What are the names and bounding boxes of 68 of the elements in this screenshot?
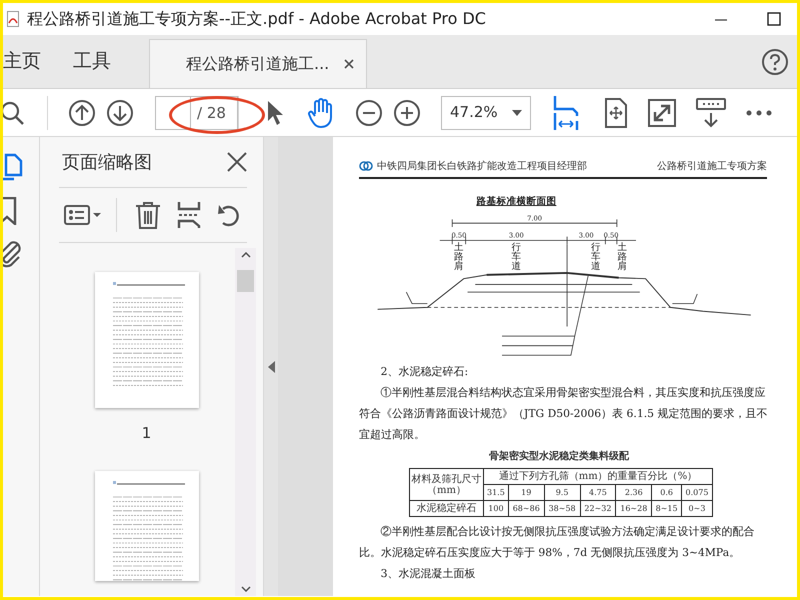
- table-cell: 31.5: [484, 484, 508, 500]
- scroll-up-icon[interactable]: [240, 252, 250, 258]
- pointer-icon[interactable]: [265, 98, 285, 126]
- table-cell: 16~28: [616, 500, 652, 516]
- table-cell: 38~58: [544, 500, 580, 516]
- trash-icon[interactable]: [135, 201, 161, 229]
- table-caption: 骨架密实型水泥稳定类集料级配: [488, 449, 630, 464]
- page-thumbnail[interactable]: [94, 272, 198, 408]
- table-cell: 19: [508, 484, 544, 500]
- section-heading: 3、水泥混凝土面板: [380, 566, 476, 582]
- table-cell: 68~86: [508, 500, 544, 516]
- full-screen-icon[interactable]: [648, 98, 676, 126]
- table-cell: 100: [484, 500, 508, 516]
- page-number-label: 1: [142, 423, 152, 444]
- table-cell: 水泥稳定碎石: [410, 500, 484, 516]
- close-tab-icon[interactable]: [344, 59, 354, 69]
- hand-icon[interactable]: [307, 98, 335, 128]
- fit-width-icon[interactable]: [553, 94, 579, 130]
- thumbnail-options-icon[interactable]: [64, 203, 102, 227]
- zoom-in-icon[interactable]: [393, 98, 421, 126]
- header-text: 中铁四局集团长白铁路扩能改造工程项目经理部: [377, 160, 587, 174]
- previous-page-icon[interactable]: [68, 98, 96, 126]
- pages-icon[interactable]: [3, 153, 23, 181]
- bookmark-icon[interactable]: [3, 197, 17, 225]
- help-icon[interactable]: [761, 48, 789, 76]
- lane-label: 土路肩: [618, 242, 628, 272]
- table-cell: 9.5: [544, 484, 580, 500]
- page-thumbnail[interactable]: [94, 470, 198, 580]
- table-cell: 22~32: [580, 500, 616, 516]
- zoom-dropdown[interactable]: 47.2%: [441, 96, 531, 130]
- table-cell: 4.75: [580, 484, 616, 500]
- panel-title: 页面缩略图: [62, 150, 152, 174]
- scrollbar[interactable]: [235, 248, 256, 596]
- table-cell: 0~3: [682, 500, 712, 516]
- table-cell: 0.075: [682, 484, 712, 500]
- figure-title: 路基标准横断面图: [476, 196, 556, 208]
- pdf-file-icon: [7, 11, 19, 27]
- table-header: 材料及筛孔尺寸（mm）: [410, 468, 484, 500]
- insert-page-icon[interactable]: [177, 201, 201, 229]
- lane-label: 行车道: [511, 242, 522, 272]
- paragraph: ①半刚性基层混合料结构状态宜采用骨架密实型混合料，其压实度和抗压强度应符合《公路沥青路面设计规范》（JTG D50-2006）表 6.1.5 规定范围的要求，且不宜超过高限。: [359, 385, 768, 443]
- page-number-field[interactable]: [155, 96, 191, 130]
- search-icon[interactable]: [3, 100, 25, 126]
- nav-tab[interactable]: 主页: [3, 35, 53, 88]
- collapse-arrow-icon[interactable]: [268, 360, 274, 372]
- keyboard-down-icon[interactable]: [696, 98, 726, 128]
- close-icon[interactable]: [227, 152, 247, 172]
- lane-label: 行车道: [590, 242, 601, 272]
- scroll-thumb[interactable]: [237, 270, 254, 292]
- paragraph: ②半刚性基层配合比设计按无侧限抗压强度试验方法确定满足设计要求的配合比。水泥稳定碎石压实度应大于等于 98%，7d 无侧限抗压强度为 3~4MPa。: [359, 524, 756, 561]
- section-heading: 2、水泥稳定碎石:: [380, 364, 470, 380]
- table-cell: 0.6: [652, 484, 682, 500]
- fit-page-icon[interactable]: [604, 98, 628, 128]
- header-text: 公路桥引道施工专项方案: [657, 160, 767, 174]
- more-icon[interactable]: [746, 110, 772, 116]
- table-cell: 2.36: [616, 484, 652, 500]
- caret-icon: [512, 110, 522, 116]
- table-header: 通过下列方孔筛（mm）的重量百分比（%）: [484, 468, 712, 484]
- lane-label: 土路肩: [454, 242, 464, 272]
- nav-tab[interactable]: 工具: [61, 35, 123, 88]
- table-cell: 8~15: [652, 500, 682, 516]
- company-logo-icon: [359, 161, 373, 172]
- next-page-icon[interactable]: [106, 98, 134, 126]
- window-title: 程公路桥引道施工专项方案--正文.pdf - Adobe Acrobat Pro DC: [27, 8, 486, 30]
- document-tab[interactable]: 程公路桥引道施工...: [149, 39, 367, 88]
- zoom-out-icon[interactable]: [355, 98, 383, 126]
- scroll-down-icon[interactable]: [240, 586, 250, 592]
- maximize-icon[interactable]: [767, 12, 781, 26]
